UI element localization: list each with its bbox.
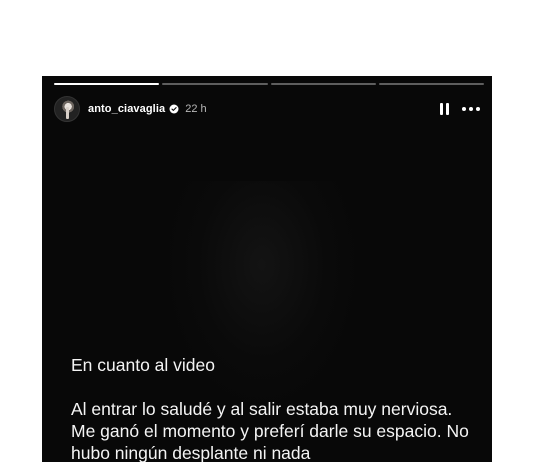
pause-right-bar [446, 103, 449, 115]
progress-bar-3 [270, 83, 376, 85]
post-time: 22 h [185, 103, 207, 115]
more-options-icon[interactable] [462, 107, 480, 111]
progress-bar-1 [54, 83, 160, 85]
more-dot-3 [476, 107, 480, 111]
pause-left-bar [440, 103, 443, 115]
username[interactable]: anto_ciavaglia [88, 103, 165, 115]
progress-bar-4 [378, 83, 484, 85]
more-dot-1 [462, 107, 466, 111]
progress-bar-2 [162, 83, 268, 85]
progress-fill-1 [54, 83, 160, 85]
story-viewer[interactable]: anto_ciavaglia 22 h En cuanto al video A… [42, 76, 492, 462]
story-progress-bars [54, 83, 484, 86]
pause-icon[interactable] [440, 103, 450, 115]
story-controls [440, 103, 482, 115]
caption-body: Al entrar lo saludé y al salir estaba mu… [71, 399, 469, 462]
page: anto_ciavaglia 22 h En cuanto al video A… [0, 0, 534, 462]
more-dot-2 [469, 107, 473, 111]
caption-title: En cuanto al video [71, 355, 215, 375]
avatar[interactable] [54, 96, 80, 122]
story-caption: En cuanto al video Al entrar lo saludé y… [71, 354, 481, 462]
verified-badge-icon [169, 104, 179, 114]
story-header: anto_ciavaglia 22 h [54, 96, 482, 122]
